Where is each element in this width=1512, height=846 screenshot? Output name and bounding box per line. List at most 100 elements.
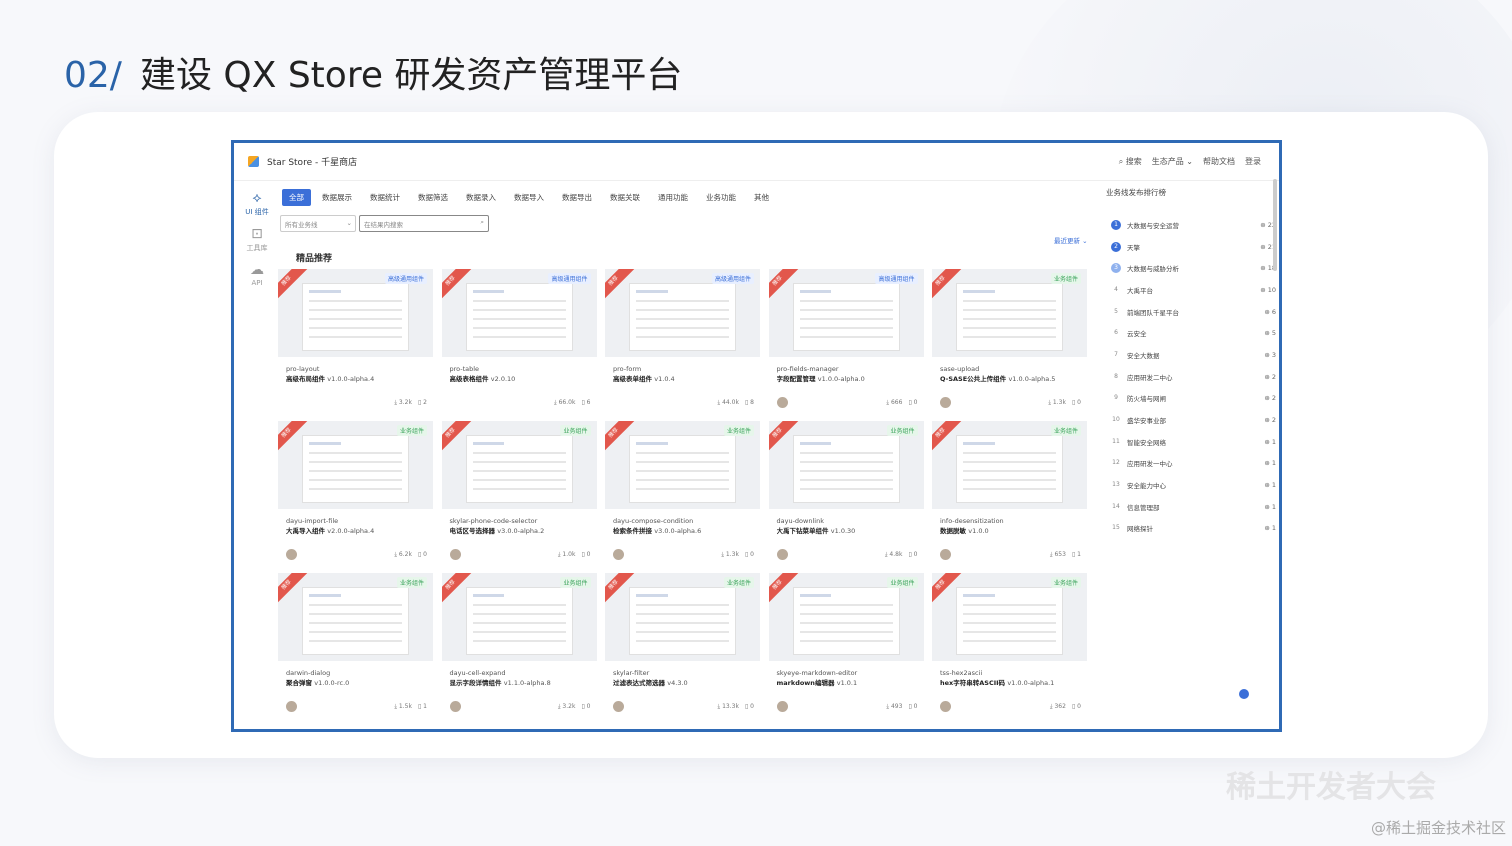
sort-dropdown[interactable]: 最近更新 ⌄ <box>1054 235 1088 245</box>
card-thumbnail: 推荐 业务组件 <box>932 421 1087 509</box>
scrollbar[interactable] <box>1273 179 1277 271</box>
tab-0[interactable]: 全部 <box>282 189 311 206</box>
component-card[interactable]: 推荐 业务组件 skyeye-markdown-editor markdown编辑器 … <box>768 573 924 715</box>
ranking-row[interactable]: 14 信息管理部 ⊛ 1 <box>1102 496 1279 518</box>
component-card[interactable]: 推荐 高级通用组件 pro-form 高级表单组件 v1.0.4 ⤓ 44.0k ▯ 8 <box>605 269 760 411</box>
nav-login[interactable]: 登录 <box>1245 156 1261 167</box>
download-stat: ⤓ 493 <box>886 703 903 710</box>
version: v1.0.0-rc.0 <box>314 679 350 687</box>
business-line-select[interactable]: 所有业务线 ⌄ <box>280 215 356 232</box>
package-icon: ⊛ <box>1264 372 1270 381</box>
bookmark-stat[interactable]: ▯ 0 <box>908 551 917 559</box>
tab-9[interactable]: 业务功能 <box>699 189 743 206</box>
card-stats: ⤓ 1.5k ▯ 1 <box>394 703 427 711</box>
category-badge: 业务组件 <box>396 425 427 436</box>
tab-7[interactable]: 数据关联 <box>603 189 647 206</box>
avatar <box>776 397 788 408</box>
bookmark-stat[interactable]: ▯ 0 <box>745 551 754 559</box>
component-card[interactable]: 推荐 高级通用组件 pro-table 高级表格组件 v2.0.10 ⤓ 66.0k ▯ … <box>441 269 597 411</box>
rank-number: 6 <box>1114 329 1118 337</box>
component-card[interactable]: 推荐 高级通用组件 pro-fields-manager 字段配置管理 v1.0.0-… <box>768 269 924 411</box>
tab-3[interactable]: 数据筛选 <box>411 189 455 206</box>
tab-6[interactable]: 数据导出 <box>555 189 599 206</box>
ranking-row[interactable]: 2 天擎 ⊛ 21 <box>1102 236 1279 258</box>
bookmark-stat[interactable]: ▯ 0 <box>1072 703 1081 711</box>
download-stat: ⤓ 13.3k <box>717 703 739 710</box>
ranking-row[interactable]: 13 安全能力中心 ⊛ 1 <box>1102 474 1279 496</box>
preview-image <box>792 283 900 351</box>
slide-title: 02/建设 QX Store 研发资产管理平台 <box>64 52 682 100</box>
package-desc: 大禹导入组件 v2.0.0-alpha.4 <box>286 527 375 535</box>
ranking-row[interactable]: 9 防火墙与网闸 ⊛ 2 <box>1102 388 1279 410</box>
result-search-input[interactable]: 在结果内搜索 ⌕ <box>359 215 489 232</box>
download-icon: ⤓ <box>1049 551 1053 558</box>
bookmark-stat[interactable]: ▯ 2 <box>418 399 427 407</box>
bookmark-stat[interactable]: ▯ 8 <box>745 399 754 407</box>
ranking-row[interactable]: 10 盛华安事业部 ⊛ 2 <box>1102 409 1279 431</box>
package-name: skylar-phone-code-selector <box>449 517 538 525</box>
preview-image <box>629 435 736 503</box>
nav-ecosystem[interactable]: 生态产品 ⌄ <box>1152 156 1193 167</box>
download-stat: ⤓ 3.2k <box>557 703 576 710</box>
ranking-row[interactable]: 11 智能安全网络 ⊛ 1 <box>1102 431 1279 453</box>
tab-8[interactable]: 通用功能 <box>651 189 695 206</box>
ranking-row[interactable]: 6 云安全 ⊛ 5 <box>1102 322 1279 344</box>
bookmark-stat[interactable]: ▯ 0 <box>908 703 917 711</box>
avatar <box>286 701 297 712</box>
preview-image <box>302 587 409 655</box>
component-card[interactable]: 推荐 业务组件 darwin-dialog 聚合弹窗 v1.0.0-rc.0 ⤓ 1.5… <box>278 573 433 715</box>
package-desc: 检索条件拼接 v3.0.0-alpha.6 <box>613 527 702 535</box>
ranking-row[interactable]: 8 应用研发二中心 ⊛ 2 <box>1102 366 1279 388</box>
bookmark-stat[interactable]: ▯ 0 <box>581 551 590 559</box>
tab-1[interactable]: 数据展示 <box>315 189 359 206</box>
component-card[interactable]: 推荐 高级通用组件 pro-layout 高级布局组件 v1.0.0-alpha.4 ⤓… <box>278 269 433 411</box>
rail-api[interactable]: ☁ API <box>234 261 280 287</box>
tab-4[interactable]: 数据录入 <box>459 189 503 206</box>
card-thumbnail: 推荐 业务组件 <box>278 573 433 661</box>
package-icon: ⊛ <box>1264 459 1270 468</box>
card-stats: ⤓ 6.2k ▯ 0 <box>394 551 427 559</box>
card-meta: skylar-phone-code-selector 电话区号选择器 v3.0.0… <box>442 509 597 537</box>
component-card[interactable]: 推荐 业务组件 skylar-filter 过滤表达式筛选器 v4.3.0 ⤓ 13.3… <box>605 573 760 715</box>
bookmark-stat[interactable]: ▯ 0 <box>418 551 427 559</box>
chat-icon[interactable] <box>1239 689 1249 699</box>
nav-help[interactable]: 帮助文档 <box>1203 156 1235 167</box>
bookmark-stat[interactable]: ▯ 0 <box>581 703 590 711</box>
tab-5[interactable]: 数据导入 <box>507 189 551 206</box>
component-card[interactable]: 推荐 业务组件 skylar-phone-code-selector 电话区号选择器 … <box>441 421 597 563</box>
component-card[interactable]: 推荐 业务组件 dayu-downlink 大禹下钻菜单组件 v1.0.30 ⤓ 4.8… <box>768 421 924 563</box>
ranking-row[interactable]: 15 网络探针 ⊛ 1 <box>1102 518 1279 540</box>
ranking-row[interactable]: 7 安全大数据 ⊛ 3 <box>1102 344 1279 366</box>
component-card[interactable]: 推荐 业务组件 sase-upload Q-SASE公共上传组件 v1.0.0-alp… <box>932 269 1087 411</box>
bookmark-stat[interactable]: ▯ 0 <box>908 399 917 407</box>
component-card[interactable]: 推荐 业务组件 info-desensitization 数据脱敏 v1.0.0 ⤓ 6… <box>932 421 1087 563</box>
ranking-row[interactable]: 12 应用研发一中心 ⊛ 1 <box>1102 453 1279 475</box>
bookmark-icon: ▯ <box>1071 399 1076 406</box>
bookmark-stat[interactable]: ▯ 0 <box>745 703 754 711</box>
package-name: dayu-import-file <box>286 517 339 525</box>
rail-tools[interactable]: ⊡ 工具库 <box>234 225 280 253</box>
app-topbar: Star Store - 千星商店 ⌕ 搜索 生态产品 ⌄ 帮助文档 登录 <box>234 143 1279 181</box>
bookmark-stat[interactable]: ▯ 1 <box>1072 551 1081 559</box>
package-desc: 显示字段详情组件 v1.1.0-alpha.8 <box>449 679 551 687</box>
version: v1.0.30 <box>830 527 856 535</box>
ranking-row[interactable]: 3 大数据与威胁分析 ⊛ 18 <box>1102 257 1279 279</box>
bookmark-stat[interactable]: ▯ 0 <box>1072 399 1081 407</box>
card-thumbnail: 推荐 业务组件 <box>278 421 433 509</box>
tab-10[interactable]: 其他 <box>747 189 776 206</box>
version: v4.3.0 <box>667 679 688 687</box>
bookmark-stat[interactable]: ▯ 1 <box>418 703 427 711</box>
download-stat: ⤓ 4.8k <box>884 551 903 558</box>
tab-2[interactable]: 数据统计 <box>363 189 407 206</box>
nav-search[interactable]: ⌕ 搜索 <box>1119 156 1142 167</box>
component-card[interactable]: 推荐 业务组件 tss-hex2ascii hex字符串转ASCII码 v1.0.0-… <box>932 573 1087 715</box>
ranking-row[interactable]: 4 大禹平台 ⊛ 10 <box>1102 279 1279 301</box>
rail-ui-components[interactable]: ⟡ UI 组件 <box>234 189 280 217</box>
bookmark-stat[interactable]: ▯ 6 <box>581 399 590 407</box>
component-card[interactable]: 推荐 业务组件 dayu-cell-expand 显示字段详情组件 v1.1.0-al… <box>441 573 597 715</box>
ranking-row[interactable]: 5 前端团队千星平台 ⊛ 6 <box>1102 301 1279 323</box>
ranking-row[interactable]: 1 大数据与安全运营 ⊛ 22 <box>1102 214 1279 236</box>
preview-image <box>465 283 573 351</box>
component-card[interactable]: 推荐 业务组件 dayu-compose-condition 检索条件拼接 v3.0.… <box>605 421 760 563</box>
component-card[interactable]: 推荐 业务组件 dayu-import-file 大禹导入组件 v2.0.0-alph… <box>278 421 433 563</box>
